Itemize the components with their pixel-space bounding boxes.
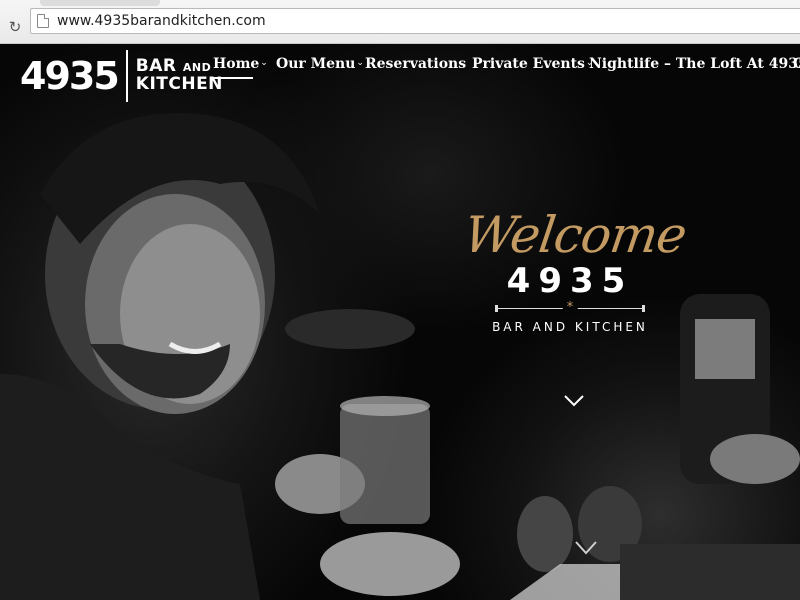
welcome-subtitle: BAR AND KITCHEN [492, 320, 648, 334]
welcome-block: Welcome 4935 * BAR AND KITCHEN [450, 206, 690, 334]
welcome-heading: Welcome [460, 206, 690, 264]
nav-item-reservations[interactable]: Reservations [365, 56, 466, 72]
nav-item-overflow[interactable]: G [793, 56, 800, 72]
browser-tab-edge[interactable] [40, 0, 160, 6]
nav-item-label: Reservations [365, 56, 467, 72]
scroll-down-icon[interactable] [574, 540, 598, 556]
reload-icon[interactable]: ↻ [6, 18, 24, 36]
chevron-down-icon: ⌄ [260, 58, 268, 68]
divider-end [495, 305, 498, 312]
nav-item-private-events[interactable]: Private Events⌄ [472, 56, 593, 72]
nav-item-label: Private Events [472, 56, 585, 72]
nav-item-our-menu[interactable]: Our Menu⌄ [276, 56, 364, 72]
welcome-number: 4935 [506, 261, 634, 301]
nav-item-nightlife[interactable]: Nightlife – The Loft At 4935 [589, 56, 800, 72]
page: ↻ www.4935barandkitchen.com 4935 BAR AND… [0, 0, 800, 600]
chevron-down-icon[interactable] [563, 394, 585, 408]
nav-item-label: Our Menu [276, 56, 356, 72]
nav-item-home[interactable]: Home⌄ [213, 56, 268, 79]
nav-item-label: Nightlife – The Loft At 4935 [589, 56, 800, 72]
nav-item-label: Home [213, 56, 260, 72]
asterisk-icon: * [562, 300, 578, 315]
page-icon [37, 14, 49, 28]
url-text: www.4935barandkitchen.com [57, 13, 266, 29]
ornament-divider: * [495, 300, 645, 316]
chevron-down-icon: ⌄ [356, 58, 364, 68]
address-bar[interactable]: www.4935barandkitchen.com [30, 8, 800, 34]
main-navigation: Home⌄ Our Menu⌄ Reservations Private Eve… [0, 44, 800, 94]
browser-toolbar: ↻ www.4935barandkitchen.com [0, 0, 800, 44]
divider-end [642, 305, 645, 312]
